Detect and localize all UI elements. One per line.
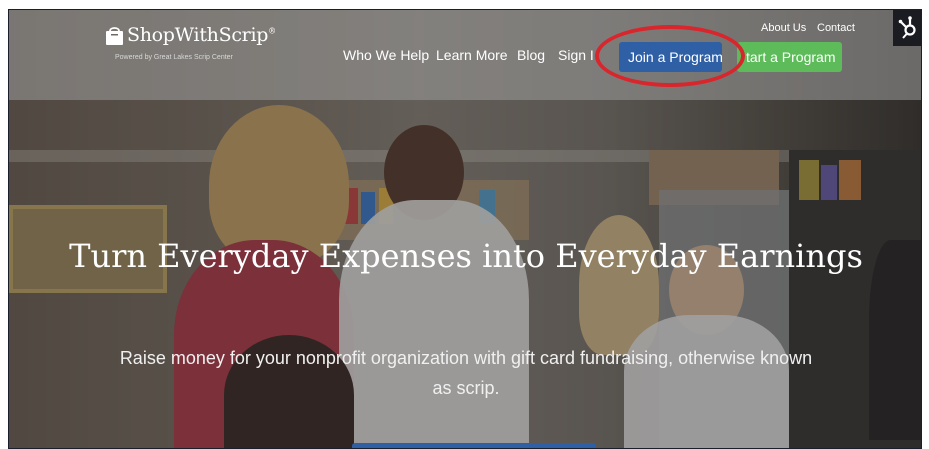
brand-name: ShopWithScrip® (127, 24, 276, 46)
shopping-bag-icon (106, 27, 123, 45)
nav-blog[interactable]: Blog (517, 47, 545, 63)
join-a-program-button[interactable]: Join a Program (619, 42, 723, 72)
about-us-link[interactable]: About Us (761, 22, 806, 34)
hubspot-chat-launcher[interactable] (893, 10, 921, 46)
contact-link[interactable]: Contact (817, 22, 855, 34)
website-screenshot: ShopWithScrip® Powered by Great Lakes Sc… (8, 9, 922, 449)
hero-cta-button[interactable] (352, 443, 596, 448)
start-a-program-button[interactable]: tart a Program (737, 42, 842, 72)
nav-sign-in[interactable]: Sign I (558, 47, 594, 63)
nav-who-we-help[interactable]: Who We Help (343, 47, 429, 63)
hero-headline: Turn Everyday Expenses into Everyday Ear… (69, 237, 863, 275)
nav-learn-more[interactable]: Learn More (436, 47, 508, 63)
hero-subheadline: Raise money for your nonprofit organizat… (119, 348, 813, 398)
brand-tagline: Powered by Great Lakes Scrip Center (115, 54, 233, 61)
hubspot-sprocket-icon (898, 16, 916, 39)
